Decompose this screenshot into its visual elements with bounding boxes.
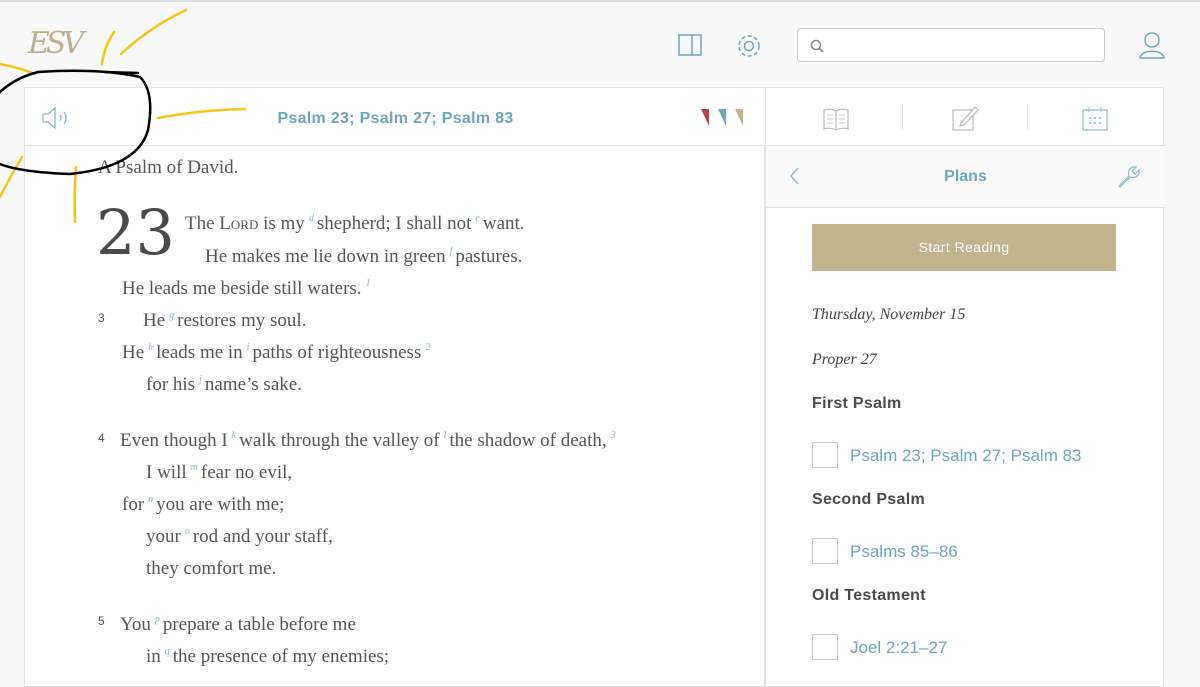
verse-text: the shadow of death, [449, 430, 607, 451]
footnote-marker[interactable]: l [444, 430, 447, 441]
verse-text: the presence of my enemies; [172, 646, 390, 667]
layout-panel-icon[interactable] [678, 34, 702, 61]
footnote-marker[interactable]: j [199, 374, 202, 385]
reading-checkbox[interactable] [812, 442, 838, 468]
verse-text: He leads me beside still waters. [122, 278, 362, 299]
verse-text: your [146, 526, 181, 547]
plans-title: Plans [944, 168, 987, 185]
wrench-settings-icon[interactable] [1116, 164, 1142, 195]
side-tabs [766, 88, 1165, 146]
verse-text: fear no evil, [200, 462, 293, 483]
reading-checkbox[interactable] [812, 538, 838, 564]
footnote-marker[interactable]: h [148, 342, 153, 353]
verse-line: Even though I k walk through the valley of… [120, 430, 619, 452]
verse-number: 5 [98, 614, 105, 628]
footnote-marker[interactable]: 2 [425, 342, 430, 353]
tab-bible-book-icon[interactable] [822, 107, 850, 136]
reading-link[interactable]: Psalms 85–86 [850, 542, 958, 562]
footnote-marker[interactable]: f [450, 246, 453, 257]
user-icon[interactable] [1138, 30, 1166, 65]
verse-line: He h leads me in i paths of righteousness 2 [122, 342, 433, 364]
reading-link[interactable]: Psalm 23; Psalm 27; Psalm 83 [850, 446, 1081, 466]
tab-plans-calendar-icon[interactable] [1081, 105, 1109, 136]
verse-text: walk through the valley of [239, 430, 440, 451]
verse-text: you are with me; [156, 494, 285, 515]
start-reading-button[interactable]: Start Reading [812, 224, 1116, 271]
verse-number: 3 [98, 311, 105, 325]
gear-icon[interactable] [735, 32, 763, 65]
verse-text: pastures. [455, 246, 523, 267]
verse-line: The Lord is my d shepherd; I shall not e wan… [185, 213, 525, 235]
verse-line: your o rod and your staff, [146, 526, 333, 548]
verse-text: Lord [219, 213, 259, 234]
verse-text: paths of righteousness [252, 342, 422, 363]
verse-line: they comfort me. [146, 558, 276, 580]
verse-line: He makes me lie down in green f pastures. [205, 246, 522, 268]
verse-line: I will m fear no evil, [146, 462, 292, 484]
verse-text: for [122, 494, 145, 515]
passage-title[interactable]: Psalm 23; Psalm 27; Psalm 83 [25, 110, 766, 128]
footnote-marker[interactable]: 1 [366, 278, 371, 289]
verse-text: I will [146, 462, 187, 483]
verse-text: name’s sake. [204, 374, 302, 395]
reader-header: Psalm 23; Psalm 27; Psalm 83 [25, 88, 766, 146]
verse-text: leads me in [156, 342, 243, 363]
footnote-marker[interactable]: k [232, 430, 236, 441]
verse-line: in q the presence of my enemies; [146, 646, 389, 668]
footnote-marker[interactable]: i [247, 342, 250, 353]
verse-line: He leads me beside still waters. 1 [122, 278, 374, 300]
search-icon [810, 39, 824, 53]
verse-text: You [120, 614, 151, 635]
plan-proper: Proper 27 [812, 351, 877, 368]
reading-checkbox[interactable] [812, 634, 838, 660]
verse-text: He [143, 310, 166, 331]
search-input[interactable] [797, 28, 1105, 62]
verse-text: is my [258, 213, 305, 234]
verse-number: 4 [98, 431, 105, 445]
verse-text: restores my soul. [177, 310, 307, 331]
footnote-marker[interactable]: d [309, 213, 314, 224]
tab-notes-pencil-icon[interactable] [951, 105, 979, 136]
verse-line: for his j name’s sake. [146, 374, 302, 396]
verse-line: He g restores my soul. [143, 310, 306, 332]
reading-section-heading: Second Psalm [812, 491, 925, 508]
verse-text: He [122, 342, 145, 363]
verse-text: He makes me lie down in green [205, 246, 446, 267]
footnote-marker[interactable]: o [185, 526, 190, 537]
footnote-marker[interactable]: p [155, 614, 160, 625]
verse-text: rod and your staff, [192, 526, 333, 547]
bookmark-ribbon-icon[interactable] [735, 109, 743, 126]
bookmark-ribbon-icon[interactable] [718, 109, 726, 126]
verse-line: You p prepare a table before me [120, 614, 356, 636]
chapter-number: 23 [96, 196, 175, 269]
superscription: A Psalm of David. [98, 157, 239, 178]
footnote-marker[interactable]: e [475, 213, 479, 224]
footnote-marker[interactable]: q [165, 646, 170, 657]
reading-section-heading: First Psalm [812, 395, 902, 412]
reading-section-heading: Old Testament [812, 587, 926, 604]
verse-text: Even though I [120, 430, 228, 451]
footnote-marker[interactable]: 3 [611, 430, 616, 441]
footnote-marker[interactable]: m [191, 462, 198, 473]
verse-text: want. [482, 213, 525, 234]
bookmark-ribbon-icon[interactable] [701, 109, 709, 126]
bookmarks[interactable] [701, 109, 749, 132]
plans-header: Plans [766, 146, 1165, 208]
reading-link[interactable]: Joel 2:21–27 [850, 638, 947, 658]
verse-text: The [185, 213, 220, 234]
verse-text: they comfort me. [146, 558, 277, 579]
verse-text: prepare a table before me [162, 614, 356, 635]
footnote-marker[interactable]: n [148, 494, 153, 505]
verse-text: for his [146, 374, 196, 395]
plan-date: Thursday, November 15 [812, 306, 966, 323]
verse-text: shepherd; I shall not [316, 213, 472, 234]
esv-logo[interactable]: ESV [28, 26, 84, 61]
footnote-marker[interactable]: g [169, 310, 174, 321]
verse-text: in [146, 646, 161, 667]
verse-line: for n you are with me; [122, 494, 284, 516]
